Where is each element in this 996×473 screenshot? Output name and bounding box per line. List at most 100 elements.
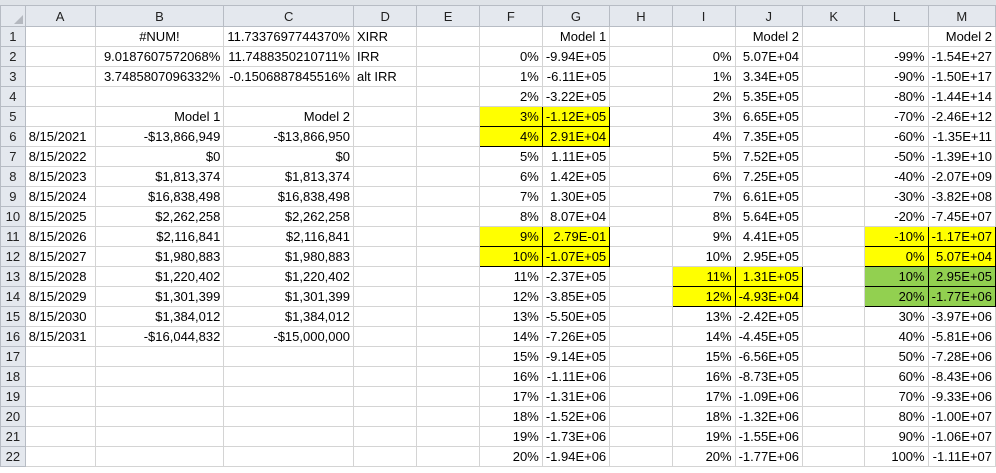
cell-a16[interactable]: 8/15/2031 <box>24 326 96 347</box>
cell-c21[interactable] <box>223 426 354 447</box>
cell-j3[interactable]: 3.34E+05 <box>734 66 803 87</box>
cell-a10[interactable]: 8/15/2025 <box>24 206 96 227</box>
cell-k4[interactable] <box>801 86 866 107</box>
column-header-l[interactable]: L <box>864 5 929 27</box>
cell-k12[interactable] <box>801 246 866 267</box>
row-header[interactable]: 1 <box>0 26 26 47</box>
cell-f6[interactable]: 4% <box>478 126 543 147</box>
cell-i9[interactable]: 7% <box>671 186 736 207</box>
column-header-a[interactable]: A <box>24 5 96 27</box>
cell-h14[interactable] <box>609 286 673 307</box>
cell-c10[interactable]: $2,262,258 <box>223 206 354 227</box>
cell-g14[interactable]: -3.85E+05 <box>541 286 611 307</box>
cell-g20[interactable]: -1.52E+06 <box>541 406 611 427</box>
cell-b15[interactable]: $1,384,012 <box>94 306 225 327</box>
cell-e12[interactable] <box>416 246 480 267</box>
cell-j5[interactable]: 6.65E+05 <box>734 106 803 127</box>
cell-i13[interactable]: 11% <box>671 266 736 287</box>
cell-e15[interactable] <box>416 306 480 327</box>
cell-i12[interactable]: 10% <box>671 246 736 267</box>
column-header-d[interactable]: D <box>352 5 418 27</box>
cell-m15[interactable]: -3.97E+06 <box>927 306 996 327</box>
cell-h16[interactable] <box>609 326 673 347</box>
cell-h21[interactable] <box>609 426 673 447</box>
cell-k21[interactable] <box>801 426 866 447</box>
cell-h19[interactable] <box>609 386 673 407</box>
row-header[interactable]: 21 <box>0 426 26 447</box>
row-header[interactable]: 16 <box>0 326 26 347</box>
cell-a19[interactable] <box>24 386 96 407</box>
cell-c22[interactable] <box>223 446 354 467</box>
cell-h12[interactable] <box>609 246 673 267</box>
cell-c20[interactable] <box>223 406 354 427</box>
cell-c15[interactable]: $1,384,012 <box>223 306 354 327</box>
cell-k17[interactable] <box>801 346 866 367</box>
cell-f14[interactable]: 12% <box>478 286 543 307</box>
column-header-b[interactable]: B <box>94 5 225 27</box>
cell-g17[interactable]: -9.14E+05 <box>541 346 611 367</box>
cell-c5[interactable]: Model 2 <box>223 106 354 127</box>
cell-d3[interactable]: alt IRR <box>352 66 418 87</box>
cell-f15[interactable]: 13% <box>478 306 543 327</box>
cell-e4[interactable] <box>416 86 480 107</box>
cell-i10[interactable]: 8% <box>671 206 736 227</box>
row-header[interactable]: 22 <box>0 446 26 467</box>
cell-b13[interactable]: $1,220,402 <box>94 266 225 287</box>
cell-a15[interactable]: 8/15/2030 <box>24 306 96 327</box>
cell-g9[interactable]: 1.30E+05 <box>541 186 611 207</box>
cell-g6[interactable]: 2.91E+04 <box>541 126 611 147</box>
cell-l12[interactable]: 0% <box>864 246 929 267</box>
cell-m3[interactable]: -1.50E+17 <box>927 66 996 87</box>
cell-k11[interactable] <box>801 226 866 247</box>
cell-h1[interactable] <box>609 26 673 47</box>
cell-b10[interactable]: $2,262,258 <box>94 206 225 227</box>
cell-f9[interactable]: 7% <box>478 186 543 207</box>
cell-l18[interactable]: 60% <box>864 366 929 387</box>
cell-l13[interactable]: 10% <box>864 266 929 287</box>
cell-m18[interactable]: -8.43E+06 <box>927 366 996 387</box>
cell-k1[interactable] <box>801 26 866 47</box>
cell-k9[interactable] <box>801 186 866 207</box>
cell-l8[interactable]: -40% <box>864 166 929 187</box>
cell-l14[interactable]: 20% <box>864 286 929 307</box>
cell-b11[interactable]: $2,116,841 <box>94 226 225 247</box>
cell-b21[interactable] <box>94 426 225 447</box>
cell-e19[interactable] <box>416 386 480 407</box>
cell-j2[interactable]: 5.07E+04 <box>734 46 803 67</box>
cell-k13[interactable] <box>801 266 866 287</box>
cell-c13[interactable]: $1,220,402 <box>223 266 354 287</box>
row-header[interactable]: 8 <box>0 166 26 187</box>
cell-c9[interactable]: $16,838,498 <box>223 186 354 207</box>
cell-e9[interactable] <box>416 186 480 207</box>
row-header[interactable]: 10 <box>0 206 26 227</box>
cell-h10[interactable] <box>609 206 673 227</box>
cell-j15[interactable]: -2.42E+05 <box>734 306 803 327</box>
cell-b14[interactable]: $1,301,399 <box>94 286 225 307</box>
cell-g4[interactable]: -3.22E+05 <box>541 86 611 107</box>
cell-j12[interactable]: 2.95E+05 <box>734 246 803 267</box>
cell-g15[interactable]: -5.50E+05 <box>541 306 611 327</box>
cell-b18[interactable] <box>94 366 225 387</box>
cell-b7[interactable]: $0 <box>94 146 225 167</box>
cell-m13[interactable]: 2.95E+05 <box>927 266 996 287</box>
cell-j13[interactable]: 1.31E+05 <box>734 266 803 287</box>
cell-m9[interactable]: -3.82E+08 <box>927 186 996 207</box>
cell-l11[interactable]: -10% <box>864 226 929 247</box>
cell-c19[interactable] <box>223 386 354 407</box>
cell-i6[interactable]: 4% <box>671 126 736 147</box>
cell-m5[interactable]: -2.46E+12 <box>927 106 996 127</box>
cell-j11[interactable]: 4.41E+05 <box>734 226 803 247</box>
cell-l1[interactable] <box>864 26 929 47</box>
cell-a4[interactable] <box>24 86 96 107</box>
cell-c3[interactable]: -0.1506887845516% <box>223 66 354 87</box>
cell-b3[interactable]: 3.7485807096332% <box>94 66 225 87</box>
cell-b4[interactable] <box>94 86 225 107</box>
cell-a12[interactable]: 8/15/2027 <box>24 246 96 267</box>
cell-l20[interactable]: 80% <box>864 406 929 427</box>
cell-k10[interactable] <box>801 206 866 227</box>
cell-m8[interactable]: -2.07E+09 <box>927 166 996 187</box>
cell-d10[interactable] <box>352 206 418 227</box>
cell-a5[interactable] <box>24 106 96 127</box>
cell-g19[interactable]: -1.31E+06 <box>541 386 611 407</box>
row-header[interactable]: 9 <box>0 186 26 207</box>
